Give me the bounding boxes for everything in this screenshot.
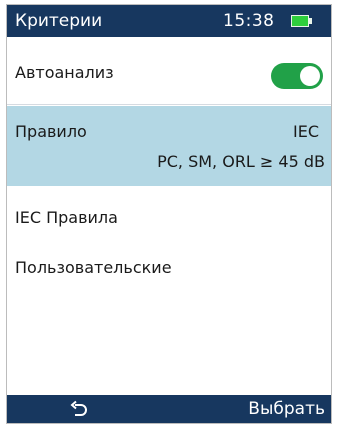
softkey-bar: Выбрать [7,395,331,423]
screen: Критерии 15:38 Автоанализ Правило IEC PC… [0,0,339,430]
title-bar: Критерии 15:38 [7,5,331,37]
back-button[interactable] [59,398,99,420]
toggle-knob [300,66,320,86]
menu-item-custom[interactable]: Пользовательские [7,247,331,289]
clock: 15:38 [223,11,275,31]
rule-value: IEC [293,122,319,141]
rule-detail: PC, SM, ORL ≥ 45 dB [157,152,325,171]
back-arrow-icon [70,400,87,416]
custom-label: Пользовательские [15,258,172,277]
menu-item-iec-rules[interactable]: IEC Правила [7,197,331,239]
battery-full-icon [291,15,313,27]
rule-row-selected[interactable]: Правило IEC PC, SM, ORL ≥ 45 dB [7,106,331,186]
device-display: Критерии 15:38 Автоанализ Правило IEC PC… [6,4,332,424]
auto-analysis-label: Автоанализ [15,63,114,82]
auto-analysis-row[interactable]: Автоанализ [7,37,331,105]
rule-label: Правило [15,122,87,141]
iec-rules-label: IEC Правила [15,208,118,227]
auto-analysis-toggle[interactable] [271,63,323,89]
page-title: Критерии [15,11,103,31]
select-button[interactable]: Выбрать [248,398,325,420]
